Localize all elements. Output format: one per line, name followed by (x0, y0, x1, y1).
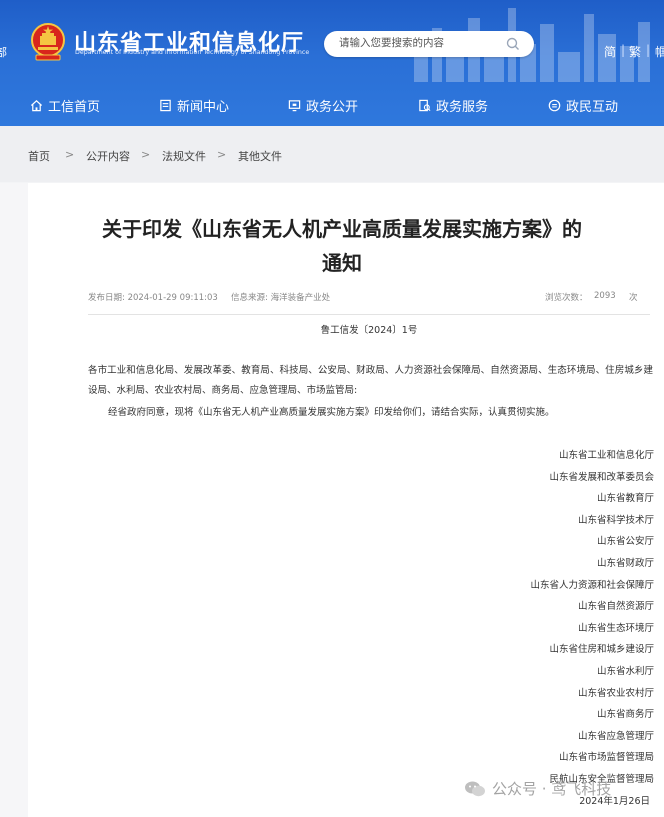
lang-simplified-link[interactable]: 简 (604, 43, 616, 60)
signer-item: 山东省商务厅 (596, 709, 654, 721)
views-unit: 次 (629, 293, 638, 303)
signer-item: 山东省农业农村厅 (577, 687, 654, 699)
article-title: 关于印发《山东省无人机产业高质量发展实施方案》的 通知 (62, 212, 622, 280)
lang-traditional-link[interactable]: 繁 (629, 43, 641, 60)
nav-item-news[interactable]: 新闻中心 (159, 96, 230, 115)
signer-item: 山东省住房和城乡建设厅 (549, 644, 654, 656)
nav-item-gov-service[interactable]: 政务服务 (418, 96, 489, 115)
views-count: 2093 (594, 291, 616, 301)
signer-item: 山东省应急管理厅 (577, 730, 654, 742)
wechat-watermark: 公众号 · 鸢飞科技 (464, 778, 611, 799)
signer-item: 山东省财政厅 (596, 557, 654, 569)
body-paragraph: 经省政府同意，现将《山东省无人机产业高质量发展实施方案》印发给你们，请结合实际，… (108, 407, 555, 418)
search-input[interactable] (339, 37, 499, 49)
views-label: 浏览次数： (545, 293, 588, 303)
breadcrumb-other-files[interactable]: 其他文件 (238, 148, 282, 164)
signer-list: 山东省工业和信息化厅 山东省发展和改革委员会 山东省教育厅 山东省科学技术厅 山… (254, 445, 654, 791)
recipients-paragraph: 各市工业和信息化局、发展改革委、教育局、科技局、公安局、财政局、人力资源社会保障… (88, 365, 653, 396)
signer-item: 山东省水利厅 (596, 665, 654, 677)
breadcrumb-regulations[interactable]: 法规文件 (162, 148, 206, 164)
nav-item-interaction[interactable]: 政民互动 (548, 96, 619, 115)
nav-item-label: 工信首页 (48, 99, 101, 115)
nav-item-label: 政务服务 (436, 99, 489, 115)
nav-item-gov-affairs[interactable]: 政务公开 (288, 96, 359, 115)
page-gutter (0, 183, 28, 817)
home-icon (30, 99, 43, 111)
main-nav: 工信首页 新闻中心 政务公开 政务服务 政民互动 (0, 84, 664, 124)
lang-separator: | (621, 43, 626, 57)
signer-item: 山东省发展和改革委员会 (549, 471, 654, 483)
lang-more-link[interactable]: 帼 (655, 43, 664, 60)
service-icon (419, 99, 431, 111)
signer-item: 山东省科学技术厅 (577, 514, 654, 526)
breadcrumb: 首页 > 公开内容 > 法规文件 > 其他文件 (0, 126, 664, 182)
national-emblem-icon (31, 23, 65, 61)
search-box[interactable] (324, 31, 534, 57)
news-icon (160, 99, 171, 111)
signer-item: 山东省公安厅 (596, 536, 654, 548)
meta-divider (88, 314, 650, 315)
nav-item-home[interactable]: 工信首页 (30, 96, 101, 115)
info-source: 信息来源: 海洋装备产业处 (231, 293, 331, 303)
document-number: 鲁工信发〔2024〕1号 (320, 325, 418, 336)
breadcrumb-home[interactable]: 首页 (28, 148, 50, 164)
signer-item: 山东省人力资源和社会保障厅 (530, 579, 654, 591)
article-title-line: 关于印发《山东省无人机产业高质量发展实施方案》的 (102, 217, 582, 241)
breadcrumb-separator: > (217, 148, 227, 161)
lang-separator: | (646, 43, 651, 57)
signer-item: 山东省工业和信息化厅 (558, 450, 654, 461)
cut-off-text: 部 (0, 46, 7, 59)
publish-date: 发布日期: 2024-01-29 09:11:03 (88, 293, 218, 303)
monitor-icon (288, 99, 301, 111)
article-title-line: 通知 (322, 251, 362, 275)
nav-item-label: 政民互动 (566, 99, 619, 115)
breadcrumb-separator: > (141, 148, 151, 161)
nav-item-label: 政务公开 (306, 99, 359, 115)
breadcrumb-separator: > (65, 148, 75, 161)
wechat-icon (465, 781, 485, 796)
signer-item: 山东省生态环境厅 (577, 622, 654, 634)
signer-item: 山东省自然资源厅 (577, 601, 654, 613)
site-header: 部 山东省工业和信息化厅 Department of Industry and … (0, 0, 664, 126)
site-subtitle: Department of Industry and Information T… (75, 49, 310, 56)
signer-item: 山东省市场监督管理局 (558, 752, 654, 764)
interaction-icon (548, 99, 561, 111)
search-icon[interactable] (506, 37, 520, 51)
signer-item: 山东省教育厅 (596, 493, 654, 505)
watermark-text: 公众号 · 鸢飞科技 (492, 780, 612, 798)
nav-item-label: 新闻中心 (177, 99, 230, 115)
breadcrumb-public-content[interactable]: 公开内容 (86, 148, 130, 164)
